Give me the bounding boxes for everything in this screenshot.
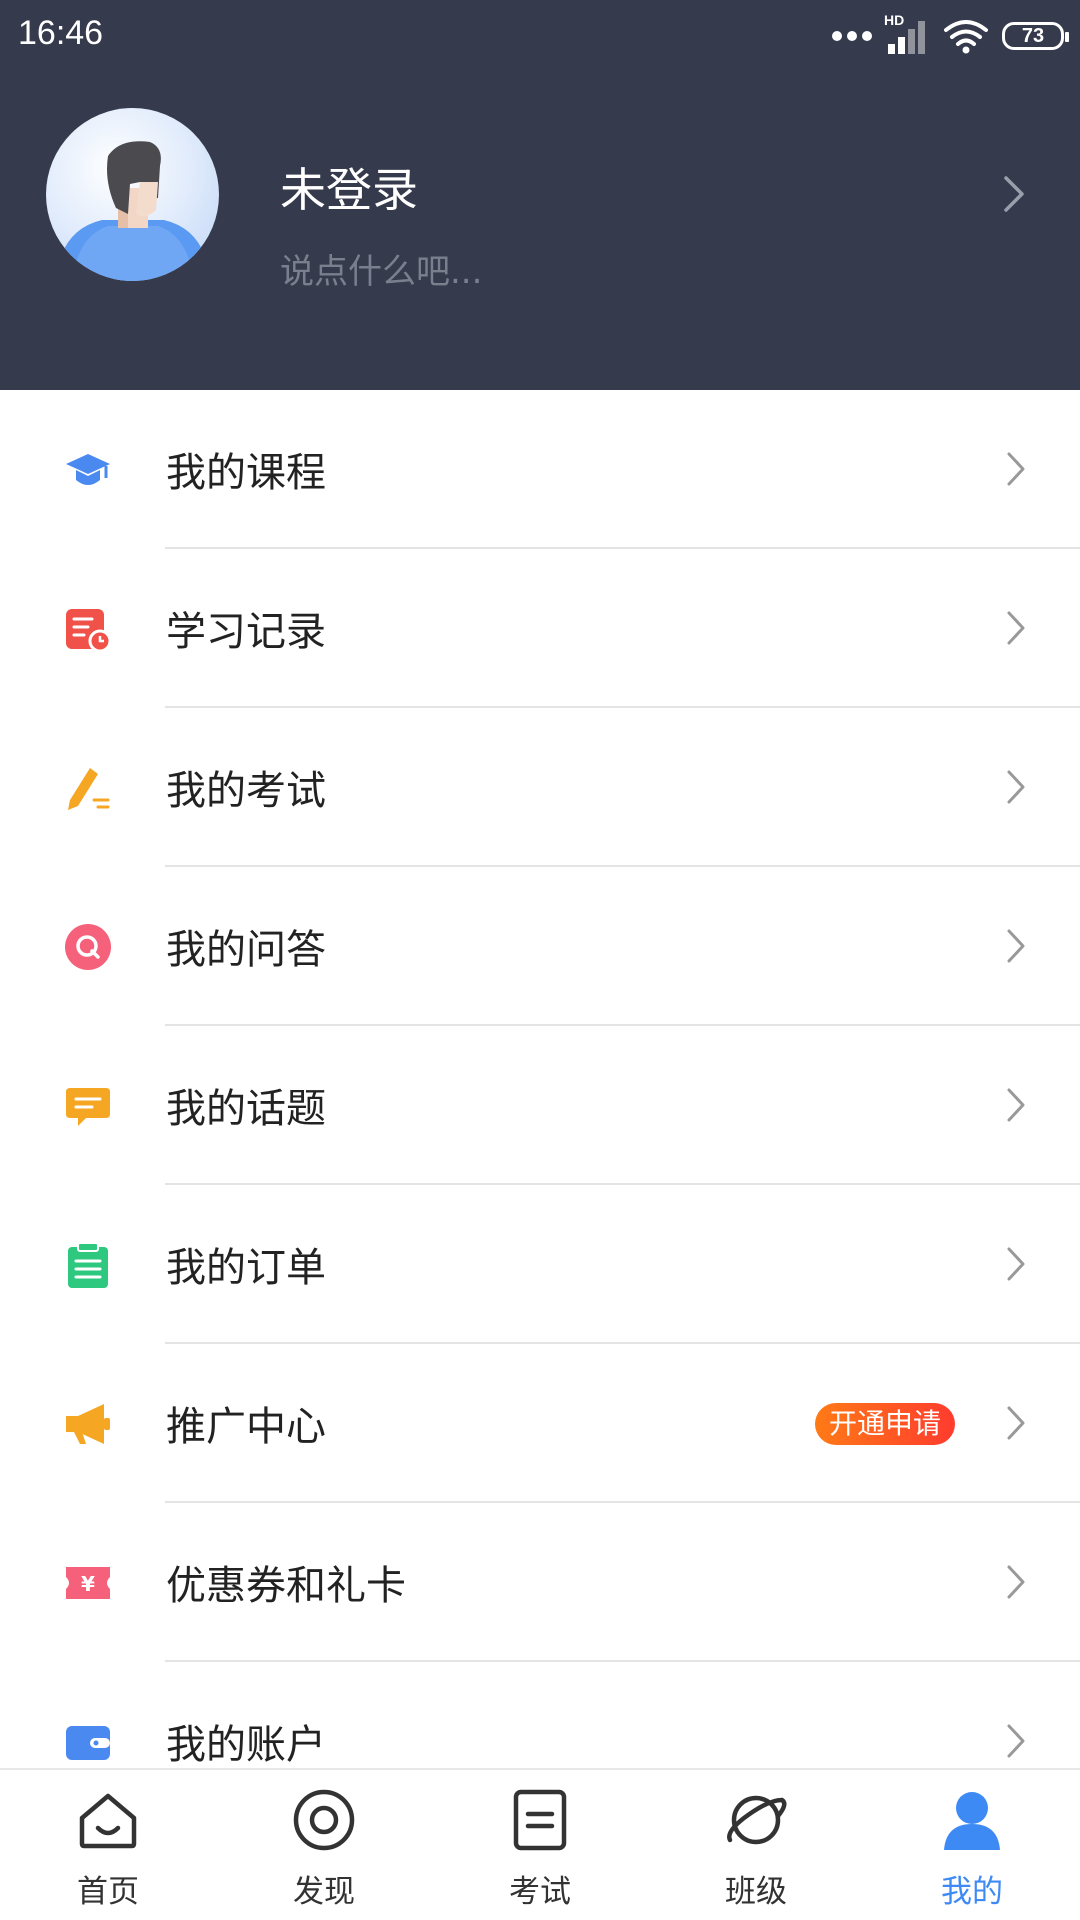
wallet-icon bbox=[66, 1726, 110, 1760]
menu-item-my-exams[interactable]: 我的考试 bbox=[0, 708, 1080, 867]
status-time: 16:46 bbox=[18, 14, 104, 52]
chevron-right-icon bbox=[1007, 770, 1025, 804]
chevron-right-icon bbox=[1007, 452, 1025, 486]
tab-label: 班级 bbox=[725, 1874, 787, 1910]
tab-exam[interactable]: 考试 bbox=[432, 1770, 648, 1920]
chevron-right-icon bbox=[1007, 1088, 1025, 1122]
tab-mine[interactable]: 我的 bbox=[864, 1770, 1080, 1920]
study-record-icon bbox=[66, 609, 112, 653]
chevron-right-icon bbox=[1007, 1724, 1025, 1758]
home-icon bbox=[79, 1793, 137, 1849]
status-icons: HD 73 bbox=[832, 12, 1069, 58]
more-notifications-icon bbox=[832, 31, 872, 41]
tab-label: 发现 bbox=[293, 1874, 355, 1910]
menu-list: 我的课程 学习记录 我的考试 我的问答 我的话题 我的订单 推广中心 开通申请 … bbox=[0, 390, 1080, 1821]
profile-icon bbox=[944, 1792, 1000, 1850]
menu-item-label: 我的账户 bbox=[166, 1722, 326, 1768]
avatar[interactable] bbox=[46, 108, 219, 281]
profile-header: 16:46 HD 73 未登录 说点什么吧... bbox=[0, 0, 1080, 390]
discover-icon bbox=[293, 1789, 355, 1851]
chevron-right-icon bbox=[1007, 1565, 1025, 1599]
menu-item-label: 推广中心 bbox=[166, 1404, 326, 1450]
chevron-right-icon bbox=[1007, 1406, 1025, 1440]
menu-item-promotion-center[interactable]: 推广中心 开通申请 bbox=[0, 1344, 1080, 1503]
menu-item-my-qa[interactable]: 我的问答 bbox=[0, 867, 1080, 1026]
battery-icon: 73 bbox=[1002, 22, 1069, 50]
menu-item-label: 我的问答 bbox=[166, 927, 326, 973]
chevron-right-icon bbox=[1007, 611, 1025, 645]
tab-home[interactable]: 首页 bbox=[0, 1770, 216, 1920]
qa-icon bbox=[65, 924, 111, 970]
svg-text:¥: ¥ bbox=[81, 1572, 95, 1596]
graduation-cap-icon bbox=[66, 454, 110, 485]
wifi-icon bbox=[944, 20, 988, 54]
menu-item-study-record[interactable]: 学习记录 bbox=[0, 549, 1080, 708]
tab-label: 首页 bbox=[77, 1874, 139, 1910]
menu-item-my-courses[interactable]: 我的课程 bbox=[0, 390, 1080, 549]
bottom-tab-bar: 首页 发现 考试 班级 我的 bbox=[0, 1768, 1080, 1920]
cell-signal-icon: HD bbox=[884, 12, 930, 54]
apply-open-badge[interactable]: 开通申请 bbox=[815, 1403, 956, 1445]
tab-label: 考试 bbox=[509, 1874, 571, 1910]
clipboard-icon bbox=[68, 1242, 108, 1288]
profile-signature[interactable]: 说点什么吧... bbox=[280, 244, 482, 293]
profile-name[interactable]: 未登录 bbox=[280, 154, 418, 220]
status-bar: 16:46 HD 73 bbox=[0, 0, 1080, 72]
tab-label: 我的 bbox=[941, 1874, 1003, 1910]
chat-bubble-icon bbox=[66, 1088, 110, 1126]
tab-discover[interactable]: 发现 bbox=[216, 1770, 432, 1920]
exam-icon bbox=[513, 1789, 567, 1851]
menu-item-label: 学习记录 bbox=[166, 609, 326, 655]
hd-label: HD bbox=[884, 12, 905, 28]
chevron-right-icon bbox=[1007, 929, 1025, 963]
tab-class[interactable]: 班级 bbox=[648, 1770, 864, 1920]
chevron-right-icon bbox=[1007, 1247, 1025, 1281]
class-planet-icon bbox=[727, 1795, 787, 1845]
menu-item-label: 优惠券和礼卡 bbox=[166, 1563, 406, 1609]
megaphone-icon bbox=[66, 1404, 110, 1444]
menu-item-coupons-gift-cards[interactable]: ¥ 优惠券和礼卡 bbox=[0, 1503, 1080, 1662]
menu-item-label: 我的课程 bbox=[166, 450, 326, 496]
menu-item-label: 我的考试 bbox=[166, 768, 326, 814]
pencil-icon bbox=[68, 768, 110, 810]
chevron-right-icon[interactable] bbox=[1000, 174, 1028, 214]
menu-item-label: 我的订单 bbox=[166, 1245, 326, 1291]
default-avatar-icon bbox=[56, 141, 210, 281]
menu-item-my-topics[interactable]: 我的话题 bbox=[0, 1026, 1080, 1185]
menu-item-my-orders[interactable]: 我的订单 bbox=[0, 1185, 1080, 1344]
menu-item-label: 我的话题 bbox=[166, 1086, 326, 1132]
coupon-icon: ¥ bbox=[66, 1567, 110, 1599]
